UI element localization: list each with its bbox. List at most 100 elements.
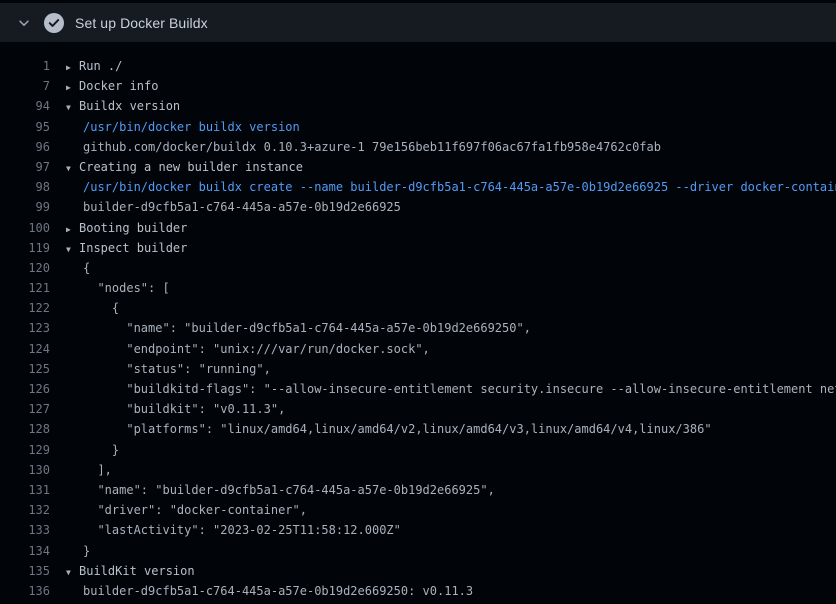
log-line: 133 "lastActivity": "2023-02-25T11:58:12… bbox=[0, 520, 836, 540]
group-expand-icon[interactable]: ▶ bbox=[66, 220, 79, 238]
line-number[interactable]: 1 bbox=[0, 56, 50, 76]
log-line: 99 builder-d9cfb5a1-c764-445a-a57e-0b19d… bbox=[0, 197, 836, 217]
group-title[interactable]: Booting builder bbox=[79, 221, 187, 235]
log-line: 123 "name": "builder-d9cfb5a1-c764-445a-… bbox=[0, 318, 836, 338]
line-number[interactable]: 99 bbox=[0, 197, 50, 217]
line-number[interactable]: 130 bbox=[0, 460, 50, 480]
group-title[interactable]: Creating a new builder instance bbox=[79, 160, 303, 174]
log-line-text: "platforms": "linux/amd64,linux/amd64/v2… bbox=[50, 419, 836, 439]
log-line: 1 ▶Run ./ bbox=[0, 56, 836, 76]
line-number[interactable]: 132 bbox=[0, 500, 50, 520]
log-line-text: "buildkitd-flags": "--allow-insecure-ent… bbox=[50, 379, 836, 399]
log-line-text: ], bbox=[50, 460, 836, 480]
line-number[interactable]: 95 bbox=[0, 117, 50, 137]
log-line-text: "driver": "docker-container", bbox=[50, 500, 836, 520]
line-content: ▶Docker info bbox=[50, 76, 836, 96]
command-line-text: /usr/bin/docker buildx create --name bui… bbox=[50, 177, 836, 197]
group-expand-icon[interactable]: ▶ bbox=[66, 78, 79, 96]
line-number[interactable]: 127 bbox=[0, 399, 50, 419]
line-number[interactable]: 129 bbox=[0, 440, 50, 460]
line-number[interactable]: 7 bbox=[0, 76, 50, 96]
log-line: 134 } bbox=[0, 541, 836, 561]
group-title[interactable]: Inspect builder bbox=[79, 241, 187, 255]
group-title[interactable]: BuildKit version bbox=[79, 564, 195, 578]
line-number[interactable]: 94 bbox=[0, 96, 50, 116]
log-line: 96 github.com/docker/buildx 0.10.3+azure… bbox=[0, 137, 836, 157]
line-number[interactable]: 131 bbox=[0, 480, 50, 500]
log-line-text: { bbox=[50, 258, 836, 278]
line-number[interactable]: 125 bbox=[0, 359, 50, 379]
command-line-text: /usr/bin/docker buildx version bbox=[50, 117, 836, 137]
log-line-text: "name": "builder-d9cfb5a1-c764-445a-a57e… bbox=[50, 480, 836, 500]
line-content: ▼Inspect builder bbox=[50, 238, 836, 258]
line-number[interactable]: 121 bbox=[0, 278, 50, 298]
line-number[interactable]: 123 bbox=[0, 318, 50, 338]
group-collapse-icon[interactable]: ▼ bbox=[66, 159, 79, 177]
log-line: 135 ▼BuildKit version bbox=[0, 561, 836, 581]
line-number[interactable]: 98 bbox=[0, 177, 50, 197]
log-line: 94 ▼Buildx version bbox=[0, 96, 836, 116]
group-title[interactable]: Run ./ bbox=[79, 59, 122, 73]
log-line-text: builder-d9cfb5a1-c764-445a-a57e-0b19d2e6… bbox=[50, 197, 836, 217]
log-line: 98 /usr/bin/docker buildx create --name … bbox=[0, 177, 836, 197]
group-collapse-icon[interactable]: ▼ bbox=[66, 98, 79, 116]
log-line-text: } bbox=[50, 440, 836, 460]
log-line-text: } bbox=[50, 541, 836, 561]
log-line: 125 "status": "running", bbox=[0, 359, 836, 379]
step-header[interactable]: Set up Docker Buildx bbox=[0, 3, 836, 42]
log-line: 130 ], bbox=[0, 460, 836, 480]
log-line: 7 ▶Docker info bbox=[0, 76, 836, 96]
log-line: 131 "name": "builder-d9cfb5a1-c764-445a-… bbox=[0, 480, 836, 500]
line-number[interactable]: 134 bbox=[0, 541, 50, 561]
group-title[interactable]: Buildx version bbox=[79, 99, 180, 113]
log-line-text: "lastActivity": "2023-02-25T11:58:12.000… bbox=[50, 520, 836, 540]
group-title[interactable]: Docker info bbox=[79, 79, 158, 93]
log-line-text: "status": "running", bbox=[50, 359, 836, 379]
log-line: 119 ▼Inspect builder bbox=[0, 238, 836, 258]
group-expand-icon[interactable]: ▶ bbox=[66, 58, 79, 76]
log-line: 129 } bbox=[0, 440, 836, 460]
group-collapse-icon[interactable]: ▼ bbox=[66, 563, 79, 581]
log-line: 132 "driver": "docker-container", bbox=[0, 500, 836, 520]
line-number[interactable]: 96 bbox=[0, 137, 50, 157]
line-number[interactable]: 135 bbox=[0, 561, 50, 581]
log-line: 120 { bbox=[0, 258, 836, 278]
log-line-text: github.com/docker/buildx 0.10.3+azure-1 … bbox=[50, 137, 836, 157]
line-number[interactable]: 136 bbox=[0, 581, 50, 601]
line-content: ▼BuildKit version bbox=[50, 561, 836, 581]
success-check-icon bbox=[44, 13, 64, 33]
log-line: 100 ▶Booting builder bbox=[0, 218, 836, 238]
log-line: 121 "nodes": [ bbox=[0, 278, 836, 298]
log-line: 122 { bbox=[0, 298, 836, 318]
log-line-text: { bbox=[50, 298, 836, 318]
line-number[interactable]: 119 bbox=[0, 238, 50, 258]
line-number[interactable]: 122 bbox=[0, 298, 50, 318]
line-content: ▶Run ./ bbox=[50, 56, 836, 76]
log-line-text: "name": "builder-d9cfb5a1-c764-445a-a57e… bbox=[50, 318, 836, 338]
log-line: 124 "endpoint": "unix:///var/run/docker.… bbox=[0, 339, 836, 359]
log-line-text: "nodes": [ bbox=[50, 278, 836, 298]
line-content: ▼Buildx version bbox=[50, 96, 836, 116]
line-content: ▼Creating a new builder instance bbox=[50, 157, 836, 177]
log-viewer: 1 ▶Run ./ 7 ▶Docker info 94 ▼Buildx vers… bbox=[0, 56, 836, 601]
group-collapse-icon[interactable]: ▼ bbox=[66, 240, 79, 258]
line-number[interactable]: 133 bbox=[0, 520, 50, 540]
log-line-text: "endpoint": "unix:///var/run/docker.sock… bbox=[50, 339, 836, 359]
line-number[interactable]: 97 bbox=[0, 157, 50, 177]
chevron-down-icon[interactable] bbox=[16, 15, 32, 31]
log-line: 97 ▼Creating a new builder instance bbox=[0, 157, 836, 177]
log-line: 126 "buildkitd-flags": "--allow-insecure… bbox=[0, 379, 836, 399]
line-number[interactable]: 128 bbox=[0, 419, 50, 439]
line-number[interactable]: 124 bbox=[0, 339, 50, 359]
log-line: 127 "buildkit": "v0.11.3", bbox=[0, 399, 836, 419]
line-number[interactable]: 120 bbox=[0, 258, 50, 278]
step-title: Set up Docker Buildx bbox=[75, 15, 208, 31]
log-line: 136 builder-d9cfb5a1-c764-445a-a57e-0b19… bbox=[0, 581, 836, 601]
log-line: 95 /usr/bin/docker buildx version bbox=[0, 117, 836, 137]
line-content: ▶Booting builder bbox=[50, 218, 836, 238]
log-line: 128 "platforms": "linux/amd64,linux/amd6… bbox=[0, 419, 836, 439]
log-line-text: builder-d9cfb5a1-c764-445a-a57e-0b19d2e6… bbox=[50, 581, 836, 601]
line-number[interactable]: 126 bbox=[0, 379, 50, 399]
log-line-text: "buildkit": "v0.11.3", bbox=[50, 399, 836, 419]
line-number[interactable]: 100 bbox=[0, 218, 50, 238]
